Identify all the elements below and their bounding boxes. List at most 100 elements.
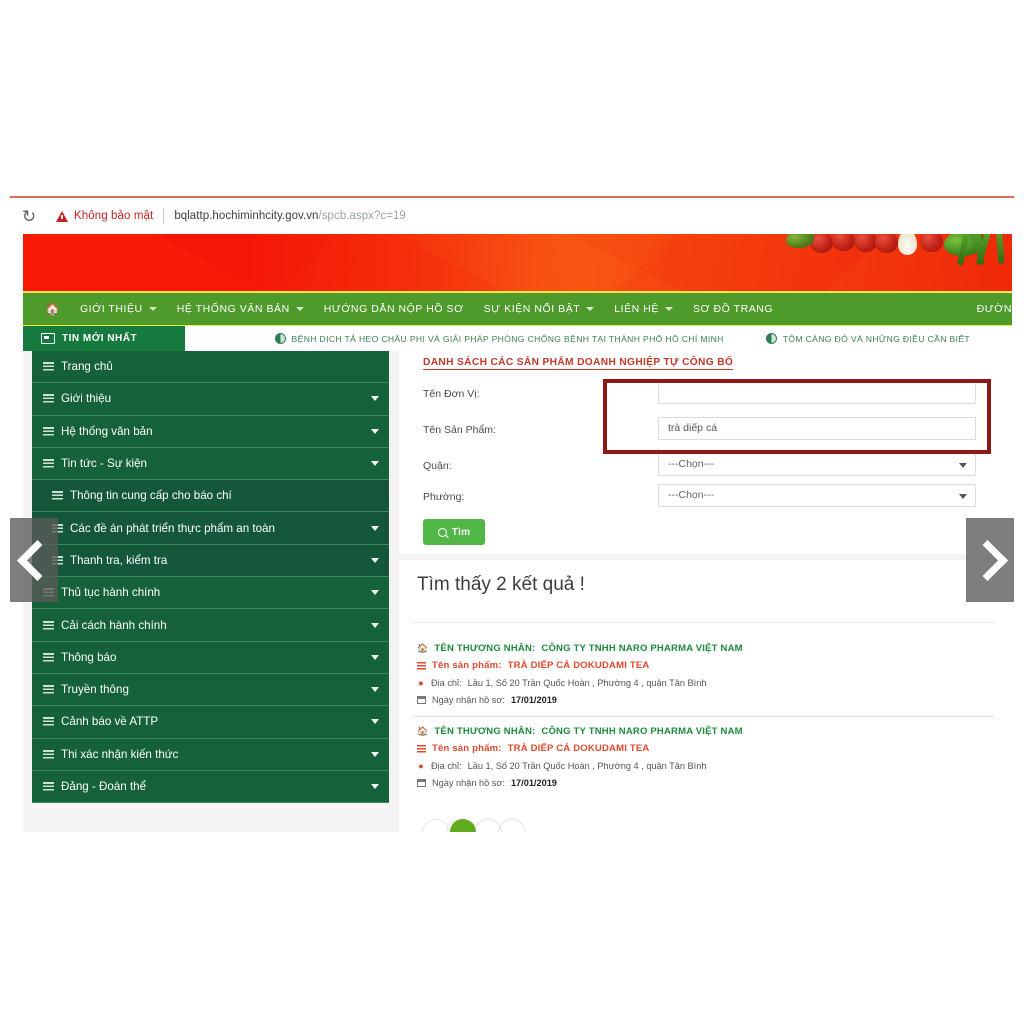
result-product-line: Tên sản phẩm: TRÀ DIẾP CÁ DOKUDAMI TEA [417,657,994,674]
bullet-icon [274,333,286,344]
results-divider [413,622,994,623]
ten-don-vi-input[interactable] [658,381,976,404]
result-address-line: ● Địa chỉ: Lầu 1, Số 20 Trần Quốc Hoàn ,… [417,757,994,774]
list-icon [52,491,63,501]
merchant-value: CÔNG TY TNHH NARO PHARMA VIỆT NAM [541,643,743,654]
nav-item-label: LIÊN HỆ [614,303,659,315]
list-icon [43,362,54,372]
ticker-badge: TIN MỚI NHẤT [23,326,185,351]
security-warning[interactable]: Không bảo mật [56,210,153,222]
newspaper-icon [41,333,55,344]
list-icon [43,782,54,791]
address-label: Địa chỉ: [431,760,462,771]
nav-item-3[interactable]: SỰ KIỆN NỔI BẬT [484,303,595,315]
result-date-line: Ngày nhận hồ sơ: 17/01/2019 [417,774,994,791]
sidebar-item-truyen-thong[interactable]: Truyền thông [32,673,389,707]
chevron-down-icon [586,307,595,311]
sidebar-item-gioi-thieu[interactable]: Giới thiệu [32,383,389,416]
merchant-label: TÊN THƯƠNG NHÂN: [434,643,536,654]
sidebar-item-thong-tin-bao-chi[interactable]: Thông tin cung cấp cho báo chí [32,480,389,513]
date-label: Ngày nhận hồ sơ: [432,777,505,788]
form-row-phuong: Phường: ---Chọn--- [423,484,992,514]
sidebar-item-label: Đảng - Đoàn thể [61,780,147,793]
search-button[interactable]: Tìm [423,519,485,545]
phuong-select[interactable]: ---Chọn--- [658,484,976,507]
ticker-item-0[interactable]: BỆNH DỊCH TẢ HEO CHÂU PHI VÀ GIẢI PHÁP P… [274,333,724,344]
sidebar-item-label: Truyền thông [61,683,129,697]
reload-icon[interactable]: ↻ [18,205,40,227]
home-icon: 🏠 [417,726,429,736]
nav-item-truncated[interactable]: ĐƯỜN [977,303,1012,315]
ten-san-pham-input[interactable]: trà diếp cá [658,417,976,440]
carousel-next-button[interactable] [966,518,1014,602]
nav-item-0[interactable]: GIỚI THIỆU [80,303,157,315]
omnibox-divider [163,208,165,224]
page-title: DANH SÁCH CÁC SẢN PHẨM DOANH NGHIỆP TỰ C… [423,357,734,370]
sidebar-item-label: Thủ tục hành chính [61,586,161,600]
browser-toolbar: ↻ Không bảo mật bqlattp.hochiminhcity.go… [10,198,1014,234]
ticker-item-label: BỆNH DỊCH TẢ HEO CHÂU PHI VÀ GIẢI PHÁP P… [291,333,724,344]
result-merchant-line: 🏠 TÊN THƯƠNG NHÂN: CÔNG TY TNHH NARO PHA… [417,640,994,657]
calendar-icon [417,695,426,704]
sidebar-item-he-thong-van-ban[interactable]: Hệ thống văn bản [32,415,389,448]
quan-select-value: ---Chọn--- [668,458,715,470]
chevron-down-icon [371,525,379,531]
form-row-ten-don-vi: Tên Đơn Vị: [423,381,992,411]
result-item-0[interactable]: 🏠 TÊN THƯƠNG NHÂN: CÔNG TY TNHH NARO PHA… [417,640,994,708]
address-bar[interactable]: bqlattp.hochiminhcity.gov.vn/spcb.aspx?c… [174,210,406,222]
scroll-to-top-icon[interactable] [450,819,476,832]
chevron-down-icon [295,307,304,311]
address-value: Lầu 1, Số 20 Trần Quốc Hoàn , Phường 4 ,… [467,760,707,771]
nav-item-label: HỆ THỐNG VĂN BẢN [176,303,290,315]
website-viewport: 🏠 GIỚI THIỆU HỆ THỐNG VĂN BẢN HƯỚNG DẪN … [10,234,1014,832]
map-pin-icon: ● [418,677,424,688]
chevron-down-icon [371,751,379,757]
nav-item-4[interactable]: LIÊN HỆ [614,303,673,315]
sidebar-item-thanh-tra-kiem-tra[interactable]: Thanh tra, kiểm tra [32,544,389,578]
home-icon[interactable]: 🏠 [45,302,60,316]
chevron-down-icon [371,687,379,693]
nav-item-2[interactable]: HƯỚNG DẪN NỘP HỒ SƠ [324,303,464,315]
product-label: Tên sản phẩm: [432,743,502,754]
url-path: /spcb.aspx?c=19 [318,210,406,222]
ticker-items: BỆNH DỊCH TẢ HEO CHÂU PHI VÀ GIẢI PHÁP P… [274,333,1012,344]
sidebar-item-label: Các đề án phát triển thực phẩm an toàn [70,521,275,535]
nav-item-1[interactable]: HỆ THỐNG VĂN BẢN [177,303,304,315]
sidebar-item-thong-bao[interactable]: Thông báo [32,641,389,674]
result-item-1[interactable]: 🏠 TÊN THƯƠNG NHÂN: CÔNG TY TNHH NARO PHA… [417,723,994,791]
list-icon [43,459,54,469]
chevron-down-icon [371,719,379,725]
sidebar-item-trang-chu[interactable]: Trang chủ [32,351,389,384]
quan-select[interactable]: ---Chọn--- [658,453,976,476]
sidebar-item-cai-cach-hanh-chinh[interactable]: Cải cách hành chính [32,609,389,642]
chevron-down-icon [371,396,379,402]
sidebar-item-label: Thanh tra, kiểm tra [70,553,168,567]
field-label: Phường: [423,491,465,503]
nav-item-label: SƠ ĐỒ TRANG [692,303,774,315]
nav-item-label: SỰ KIỆN NỔI BẬT [483,303,581,315]
carousel-prev-button[interactable] [10,518,58,602]
field-label: Tên Sản Phẩm: [423,424,496,436]
map-pin-icon: ● [418,760,424,771]
sidebar-item-thi-xac-nhan-kien-thuc[interactable]: Thi xác nhận kiến thức [32,738,389,771]
sidebar-item-thu-tuc-hanh-chinh[interactable]: Thủ tục hành chính [32,577,389,610]
sidebar-item-dang-doan-the[interactable]: Đảng - Đoàn thể [32,770,389,804]
calendar-icon [417,778,426,787]
date-value: 17/01/2019 [510,694,557,705]
nav-item-5[interactable]: SƠ ĐỒ TRANG [693,303,773,315]
ticker-item-label: TÔM CÀNG ĐỎ VÀ NHỮNG ĐIỀU CẦN BIẾT [782,333,970,344]
product-value: TRÀ DIẾP CÁ DOKUDAMI TEA [507,743,650,754]
product-label: Tên sản phẩm: [432,660,502,671]
list-icon [43,685,54,695]
ticker-item-1[interactable]: TÔM CÀNG ĐỎ VÀ NHỮNG ĐIỀU CẦN BIẾT [765,333,970,344]
sidebar-menu: Trang chủ Giới thiệu Hệ thống văn bản Ti… [32,351,389,804]
sidebar-item-canh-bao-attp[interactable]: Cảnh báo về ATTP [32,706,389,739]
list-icon [43,749,54,759]
sidebar-item-tin-tuc-su-kien[interactable]: Tin tức - Sự kiện [32,447,389,481]
home-icon: 🏠 [417,643,429,653]
sidebar-item-cac-de-an[interactable]: Các đề án phát triển thực phẩm an toàn [32,512,389,545]
merchant-label: TÊN THƯƠNG NHÂN: [434,726,536,737]
list-icon [43,426,54,436]
field-label: Quận: [423,460,452,472]
results-panel: Tìm thấy 2 kết quả ! 🏠 TÊN THƯƠNG NHÂN: … [399,560,1012,832]
